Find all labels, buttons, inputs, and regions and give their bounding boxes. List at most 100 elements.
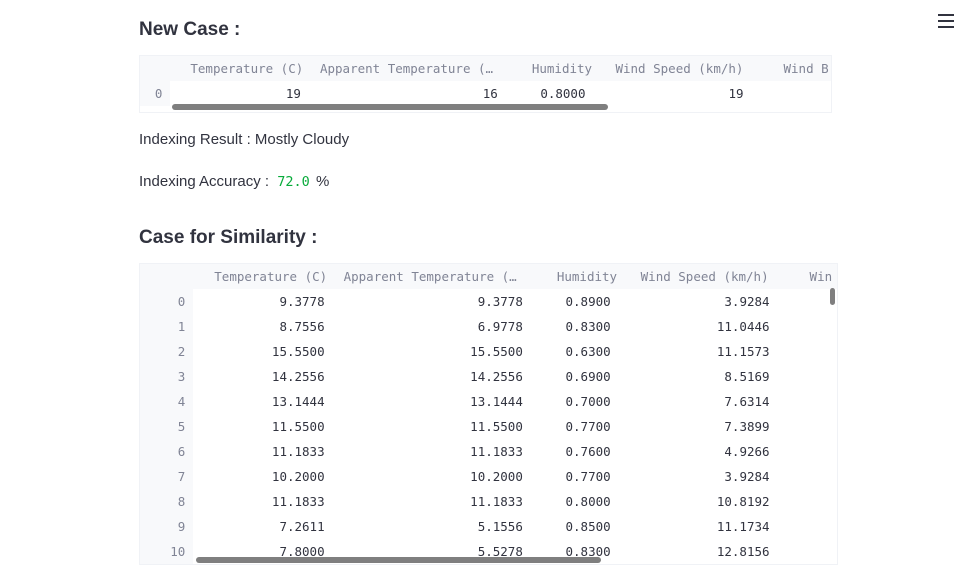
table-cell[interactable]: 3.9284 [619, 289, 778, 314]
table-cell[interactable]: 0.7000 [531, 389, 619, 414]
row-index: 5 [140, 414, 194, 439]
table-cell[interactable]: 0.8300 [531, 314, 619, 339]
indexing-accuracy-unit: % [315, 173, 330, 190]
table-cell[interactable]: 9.3778 [333, 289, 531, 314]
table-cell[interactable]: 11.1573 [619, 339, 778, 364]
column-header[interactable]: Apparent Temperature (… [308, 56, 506, 81]
column-header[interactable]: Apparent Temperature (… [332, 264, 531, 289]
table-cell[interactable]: 0.6900 [531, 364, 619, 389]
table-cell[interactable]: 19 [593, 81, 751, 106]
column-header[interactable]: Wind B [751, 56, 831, 81]
column-header[interactable]: Humidity [505, 56, 594, 81]
table-cell[interactable] [752, 81, 832, 106]
table-cell[interactable]: 8.7556 [193, 314, 332, 339]
table-cell[interactable]: 14.2556 [333, 364, 531, 389]
table-cell[interactable]: 0.7600 [531, 439, 619, 464]
table-row[interactable]: 9 7.2611 5.1556 0.8500 11.1734 [140, 514, 837, 539]
table-row[interactable]: 4 13.1444 13.1444 0.7000 7.6314 [140, 389, 837, 414]
table-cell[interactable]: 0.7700 [531, 414, 619, 439]
row-index: 1 [140, 314, 194, 339]
table-cell[interactable]: 0.8000 [506, 81, 594, 106]
table-cell[interactable] [778, 464, 837, 489]
table-cell[interactable]: 11.1734 [619, 514, 778, 539]
row-index: 2 [140, 339, 194, 364]
table-cell[interactable]: 11.1833 [193, 489, 332, 514]
table-cell[interactable]: 0.8000 [531, 489, 619, 514]
similarity-dataframe[interactable]: Temperature (C) Apparent Temperature (… … [139, 263, 838, 565]
table-cell[interactable] [778, 364, 837, 389]
table-cell[interactable]: 11.0446 [619, 314, 778, 339]
table-cell[interactable]: 11.5500 [333, 414, 531, 439]
indexing-result-value: Mostly Cloudy [254, 131, 350, 148]
table-row[interactable]: 8 11.1833 11.1833 0.8000 10.8192 [140, 489, 837, 514]
table-cell[interactable] [778, 489, 837, 514]
table-row[interactable]: 6 11.1833 11.1833 0.7600 4.9266 [140, 439, 837, 464]
table-cell[interactable] [778, 289, 837, 314]
indexing-accuracy-label: Indexing Accuracy : [139, 173, 270, 190]
hamburger-menu-icon[interactable] [938, 12, 954, 30]
table-cell[interactable]: 15.5500 [193, 339, 332, 364]
table-cell[interactable]: 6.9778 [333, 314, 531, 339]
table-cell[interactable]: 0.8900 [531, 289, 619, 314]
table-cell[interactable] [778, 389, 837, 414]
table-cell[interactable]: 7.6314 [619, 389, 778, 414]
table-cell[interactable]: 12.8156 [619, 539, 778, 564]
table-cell[interactable]: 16 [309, 81, 506, 106]
indexing-result: Indexing Result : Mostly Cloudy [139, 131, 349, 148]
index-header [140, 56, 171, 81]
table-cell[interactable]: 11.1833 [333, 439, 531, 464]
row-index: 6 [140, 439, 194, 464]
column-header[interactable]: Humidity [530, 264, 619, 289]
table-row[interactable]: 5 11.5500 11.5500 0.7700 7.3899 [140, 414, 837, 439]
new-case-header-row: Temperature (C) Apparent Temperature (… … [140, 56, 831, 81]
table-cell[interactable]: 7.3899 [619, 414, 778, 439]
table-row[interactable]: 0 9.3778 9.3778 0.8900 3.9284 [140, 289, 837, 314]
new-case-title: New Case : [139, 19, 241, 40]
similarity-header-row: Temperature (C) Apparent Temperature (… … [140, 264, 837, 289]
table-cell[interactable]: 10.8192 [619, 489, 778, 514]
table-cell[interactable] [778, 414, 837, 439]
table-cell[interactable]: 0.6300 [531, 339, 619, 364]
column-header[interactable]: Temperature (C) [193, 264, 333, 289]
table-cell[interactable] [778, 539, 837, 564]
table-cell[interactable]: 15.5500 [333, 339, 531, 364]
column-header[interactable]: Wind Speed (km/h) [593, 56, 752, 81]
table-cell[interactable] [778, 339, 837, 364]
similarity-vertical-scrollbar[interactable] [830, 288, 835, 305]
table-row[interactable]: 0 19 16 0.8000 19 [140, 81, 831, 106]
table-cell[interactable]: 9.3778 [193, 289, 332, 314]
table-cell[interactable]: 4.9266 [619, 439, 778, 464]
table-cell[interactable]: 5.1556 [333, 514, 531, 539]
row-index: 3 [140, 364, 194, 389]
table-cell[interactable]: 7.2611 [193, 514, 332, 539]
similarity-horizontal-scrollbar[interactable] [196, 557, 601, 563]
table-cell[interactable] [778, 314, 837, 339]
column-header[interactable]: Wind Speed (km/h) [618, 264, 778, 289]
table-cell[interactable] [778, 439, 837, 464]
table-cell[interactable]: 10.2000 [333, 464, 531, 489]
table-cell[interactable]: 13.1444 [333, 389, 531, 414]
indexing-result-label: Indexing Result : [139, 131, 251, 148]
table-cell[interactable]: 8.5169 [619, 364, 778, 389]
row-index: 9 [140, 514, 194, 539]
table-cell[interactable]: 11.1833 [333, 489, 531, 514]
new-case-horizontal-scrollbar[interactable] [172, 104, 608, 110]
table-row[interactable]: 3 14.2556 14.2556 0.6900 8.5169 [140, 364, 837, 389]
table-cell[interactable]: 13.1444 [193, 389, 332, 414]
column-header[interactable]: Temperature (C) [170, 56, 309, 81]
indexing-accuracy: Indexing Accuracy : 72.0 % [139, 173, 329, 190]
table-cell[interactable]: 11.1833 [193, 439, 332, 464]
table-cell[interactable]: 14.2556 [193, 364, 332, 389]
table-row[interactable]: 1 8.7556 6.9778 0.8300 11.0446 [140, 314, 837, 339]
table-cell[interactable]: 0.7700 [531, 464, 619, 489]
table-cell[interactable]: 3.9284 [619, 464, 778, 489]
table-row[interactable]: 7 10.2000 10.2000 0.7700 3.9284 [140, 464, 837, 489]
menu-bar [938, 20, 954, 22]
column-header[interactable]: Win [777, 264, 837, 289]
table-cell[interactable]: 10.2000 [193, 464, 332, 489]
table-cell[interactable]: 11.5500 [193, 414, 332, 439]
table-row[interactable]: 2 15.5500 15.5500 0.6300 11.1573 [140, 339, 837, 364]
table-cell[interactable]: 0.8500 [531, 514, 619, 539]
table-cell[interactable] [778, 514, 837, 539]
table-cell[interactable]: 19 [170, 81, 309, 106]
